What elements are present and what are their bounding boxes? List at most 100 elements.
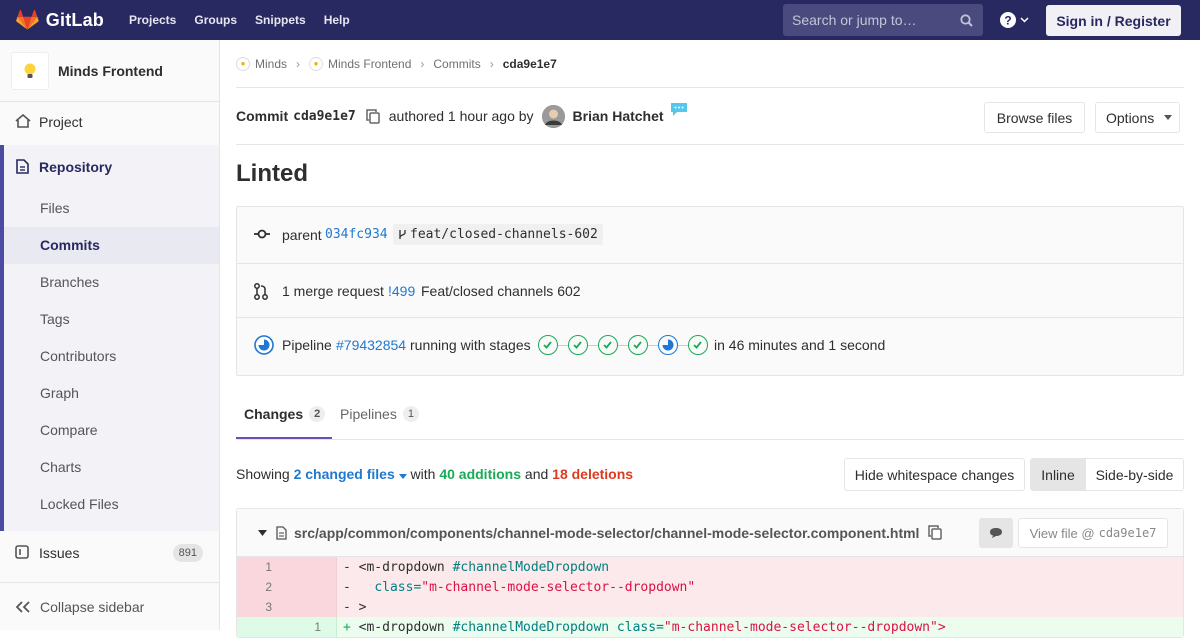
diff-code: - class="m-channel-mode-selector--dropdo… <box>343 579 696 595</box>
and-text: and <box>524 466 549 482</box>
copy-icon[interactable] <box>928 525 943 540</box>
new-line-number[interactable]: 1 <box>287 617 337 637</box>
options-label: Options <box>1106 109 1155 126</box>
stage-success-icon[interactable] <box>628 335 648 355</box>
old-line-number[interactable] <box>237 617 287 637</box>
options-dropdown-button[interactable]: Options <box>1095 102 1180 133</box>
sidebar-item-contributors[interactable]: Contributors <box>40 348 116 364</box>
sidebar-item-graph[interactable]: Graph <box>40 385 79 401</box>
with-text: with <box>410 466 436 482</box>
sidebar-item-tags[interactable]: Tags <box>40 311 70 327</box>
merge-request-link[interactable]: !499 <box>388 283 415 299</box>
sidebar-item-compare[interactable]: Compare <box>40 422 98 438</box>
commit-tabs: Changes 2 Pipelines 1 <box>236 396 1184 440</box>
old-line-number[interactable]: 2 <box>237 577 287 597</box>
breadcrumb-project[interactable]: ● Minds Frontend <box>309 57 411 71</box>
diff-summary: Showing 2 changed files with 40 addition… <box>236 466 633 482</box>
breadcrumb-current[interactable]: cda9e1e7 <box>503 57 557 71</box>
pipeline-running-icon[interactable] <box>254 335 274 355</box>
diff-line-removed: 1 - <m-dropdown #channelModeDropdown <box>237 557 1183 577</box>
comment-icon <box>990 528 1002 538</box>
repository-section <box>0 145 219 531</box>
new-line-number[interactable] <box>287 557 337 577</box>
nav-projects[interactable]: Projects <box>129 13 176 27</box>
tab-pipelines[interactable]: Pipelines 1 <box>340 406 419 422</box>
new-line-number[interactable] <box>287 577 337 597</box>
view-file-sha: cda9e1e7 <box>1098 526 1157 540</box>
sidebar-item-repository[interactable]: Repository <box>0 148 219 185</box>
old-line-number[interactable]: 3 <box>237 597 287 617</box>
stage-connector <box>588 344 598 346</box>
breadcrumb-separator: › <box>489 57 494 71</box>
sidebar-item-commits[interactable]: Commits <box>40 237 100 253</box>
parent-label: parent <box>282 226 322 243</box>
commit-sha: cda9e1e7 <box>293 108 356 124</box>
sidebar-item-locked-files[interactable]: Locked Files <box>40 496 119 512</box>
file-path[interactable]: src/app/common/components/channel-mode-s… <box>294 525 919 541</box>
inline-view-button[interactable]: Inline <box>1030 458 1086 491</box>
document-icon <box>16 159 29 174</box>
breadcrumb-label-project: Minds Frontend <box>328 57 412 71</box>
active-indicator <box>0 145 4 531</box>
stage-connector <box>558 344 568 346</box>
nav-snippets[interactable]: Snippets <box>255 13 306 27</box>
sidebar-item-branches[interactable]: Branches <box>40 274 99 290</box>
search-input[interactable]: Search or jump to… <box>783 4 983 36</box>
old-line-number[interactable]: 1 <box>237 557 287 577</box>
browse-files-button[interactable]: Browse files <box>984 102 1085 133</box>
active-sub-highlight <box>4 227 219 264</box>
pipeline-link[interactable]: #79432854 <box>336 337 406 353</box>
project-avatar <box>11 51 49 90</box>
sidebar-item-charts[interactable]: Charts <box>40 459 81 475</box>
hide-whitespace-button[interactable]: Hide whitespace changes <box>844 458 1025 491</box>
sidebar-label-project: Project <box>39 113 83 130</box>
toggle-comments-button[interactable] <box>979 518 1013 548</box>
divider <box>237 263 1183 264</box>
tab-label-changes: Changes <box>244 406 304 422</box>
stage-success-icon[interactable] <box>568 335 588 355</box>
collapse-caret-icon[interactable] <box>258 529 267 536</box>
copy-icon[interactable] <box>366 108 380 124</box>
view-file-button[interactable]: View file @ cda9e1e7 <box>1018 518 1168 548</box>
diff-code: - > <box>343 599 367 615</box>
caret-down-icon <box>1164 115 1173 120</box>
help-dropdown[interactable]: ? <box>1000 12 1029 28</box>
stage-success-icon[interactable] <box>538 335 558 355</box>
changed-files-dropdown[interactable]: 2 changed files <box>294 466 407 482</box>
breadcrumb-label-group: Minds <box>255 57 288 71</box>
author-avatar[interactable] <box>541 104 565 128</box>
stage-success-icon[interactable] <box>598 335 618 355</box>
stage-success-icon[interactable] <box>688 335 708 355</box>
stage-running-icon[interactable] <box>658 335 678 355</box>
sign-in-button[interactable]: Sign in / Register <box>1046 5 1181 36</box>
sidebar-project-header[interactable]: Minds Frontend <box>0 40 219 102</box>
new-line-number[interactable] <box>287 597 337 617</box>
nav-help[interactable]: Help <box>324 13 350 27</box>
breadcrumb-separator: › <box>420 57 425 71</box>
breadcrumb-commits[interactable]: Commits <box>433 57 480 71</box>
pipeline-stages <box>538 335 708 355</box>
nav-groups[interactable]: Groups <box>194 13 237 27</box>
side-by-side-button[interactable]: Side-by-side <box>1085 458 1184 491</box>
breadcrumb-group[interactable]: ● Minds <box>236 57 287 71</box>
sidebar-item-project[interactable]: Project <box>0 103 219 140</box>
commit-label: Commit <box>236 108 289 124</box>
tab-changes[interactable]: Changes 2 <box>244 406 326 422</box>
gitlab-logo[interactable]: GitLab <box>16 9 104 31</box>
stage-connector <box>648 344 658 346</box>
sidebar-item-issues[interactable]: Issues 891 <box>0 534 219 571</box>
branch-label[interactable]: feat/closed-channels-602 <box>393 224 603 245</box>
author-name[interactable]: Brian Hatchet <box>573 108 664 124</box>
collapse-sidebar-button[interactable]: Collapse sidebar <box>0 582 219 630</box>
project-name: Minds Frontend <box>58 62 163 79</box>
lightbulb-icon <box>24 63 36 78</box>
additions-count: 40 additions <box>439 466 522 482</box>
search-placeholder: Search or jump to… <box>792 12 917 28</box>
diff-line-removed: 2 - class="m-channel-mode-selector--drop… <box>237 577 1183 597</box>
stage-connector <box>618 344 628 346</box>
tab-label-pipelines: Pipelines <box>340 406 397 422</box>
file-icon <box>276 525 287 540</box>
sidebar-item-files[interactable]: Files <box>40 200 70 216</box>
parent-sha-link[interactable]: 034fc934 <box>325 227 388 242</box>
breadcrumb-separator: › <box>296 57 301 71</box>
